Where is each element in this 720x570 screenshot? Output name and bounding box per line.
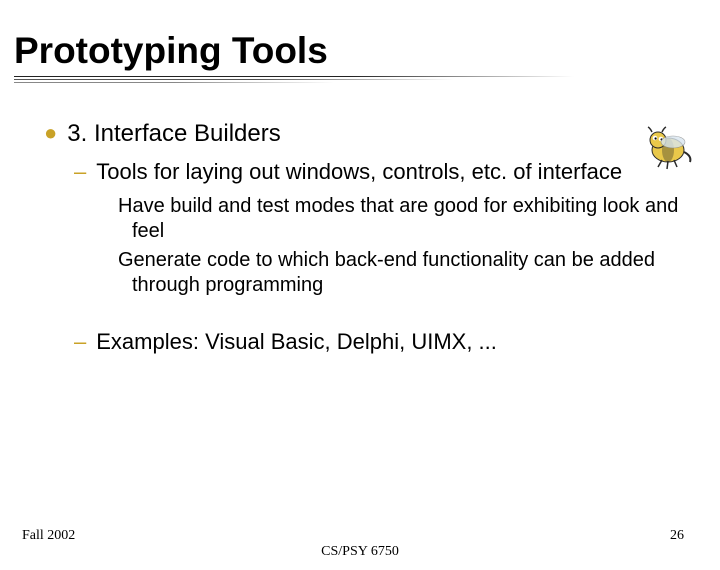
footer-left: Fall 2002: [22, 528, 75, 544]
footer-page-number: 26: [670, 528, 684, 544]
slide-body: ●3. Interface Builders –Tools for laying…: [44, 120, 680, 355]
slide-title: Prototyping Tools: [14, 30, 720, 72]
title-underline: [14, 76, 720, 90]
dash-icon: –: [74, 329, 96, 354]
bullet-level1-text: 3. Interface Builders: [67, 120, 280, 147]
bullet-level2-examples: –Examples: Visual Basic, Delphi, UIMX, .…: [74, 328, 680, 356]
bullet-level1: ●3. Interface Builders: [44, 120, 680, 148]
dash-icon: –: [74, 159, 96, 184]
bullet-level3: Have build and test modes that are good …: [106, 194, 680, 244]
bullet-dot-icon: ●: [44, 120, 67, 145]
footer-center: CS/PSY 6750: [0, 544, 720, 560]
examples-text: Examples: Visual Basic, Delphi, UIMX, ..…: [96, 329, 497, 354]
bullet-level3: Generate code to which back-end function…: [106, 248, 680, 298]
bullet-level2: –Tools for laying out windows, controls,…: [74, 158, 680, 186]
bullet-level2-text: Tools for laying out windows, controls, …: [96, 159, 622, 184]
mascot-icon: [640, 126, 696, 170]
